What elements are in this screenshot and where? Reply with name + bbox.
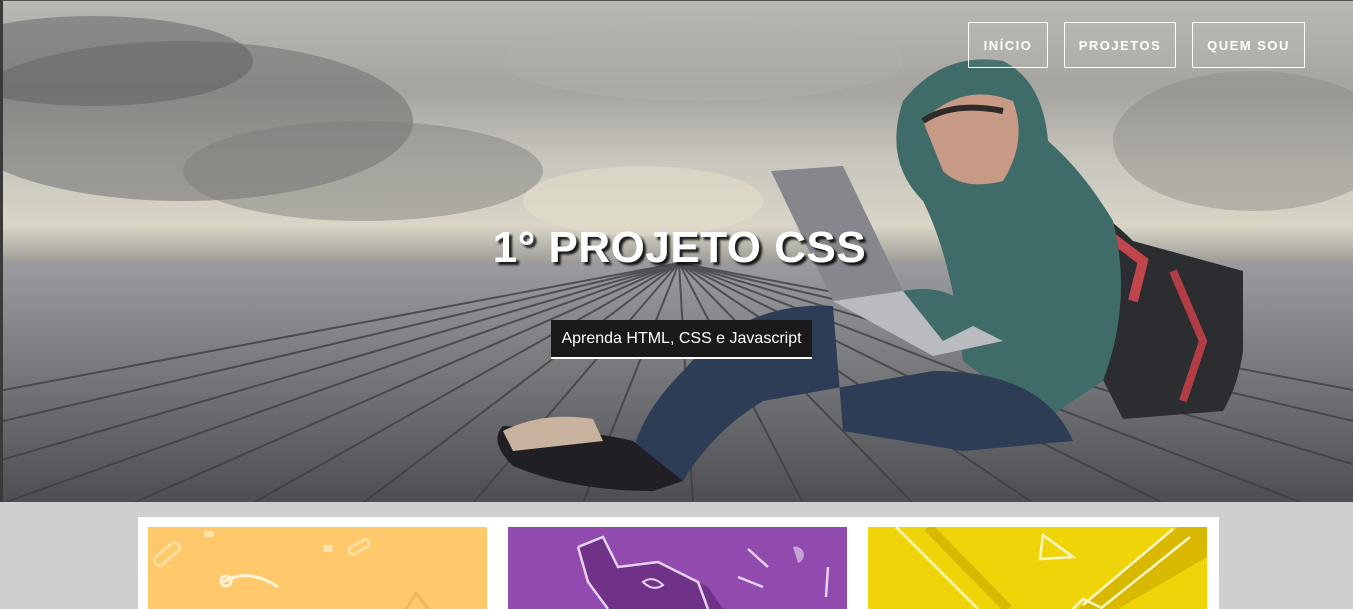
nav-projetos-button[interactable]: PROJETOS [1064,22,1176,68]
hero-subtitle: Aprenda HTML, CSS e Javascript [551,320,812,359]
project-card-2[interactable] [508,527,847,609]
top-navigation: INÍCIO PROJETOS QUEM SOU [968,22,1305,68]
project-cards [138,517,1219,609]
project-card-3[interactable] [868,527,1207,609]
nav-quem-sou-button[interactable]: QUEM SOU [1192,22,1305,68]
project-card-1[interactable] [148,527,487,609]
elephant-icon [576,535,830,609]
hero-banner: INÍCIO PROJETOS QUEM SOU 1° PROJETO CSS … [0,0,1353,502]
pencil-triangle-icon [894,527,1207,609]
hero-title: 1° PROJETO CSS [492,223,867,272]
paperclip-compass-icon [152,531,430,609]
nav-inicio-button[interactable]: INÍCIO [968,22,1048,68]
